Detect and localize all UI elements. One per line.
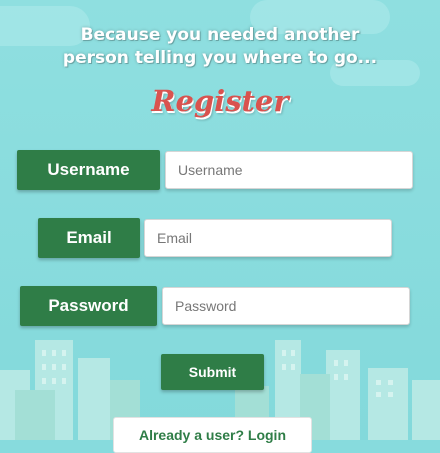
username-field[interactable]: [165, 151, 413, 189]
email-field[interactable]: [144, 219, 392, 257]
login-button[interactable]: Already a user? Login: [113, 417, 312, 453]
submit-button[interactable]: Submit: [161, 354, 264, 390]
password-row: Password: [20, 286, 410, 326]
page-title: Register: [151, 84, 289, 118]
tagline-line-2: person telling you where to go...: [62, 48, 378, 68]
email-label: Email: [38, 218, 140, 258]
username-row: Username: [17, 150, 413, 190]
password-label: Password: [20, 286, 157, 326]
email-row: Email: [38, 218, 392, 258]
tagline-line-1: Because you needed another: [80, 25, 360, 45]
tagline: Because you needed another person tellin…: [0, 24, 440, 70]
password-field[interactable]: [162, 287, 410, 325]
username-label: Username: [17, 150, 160, 190]
